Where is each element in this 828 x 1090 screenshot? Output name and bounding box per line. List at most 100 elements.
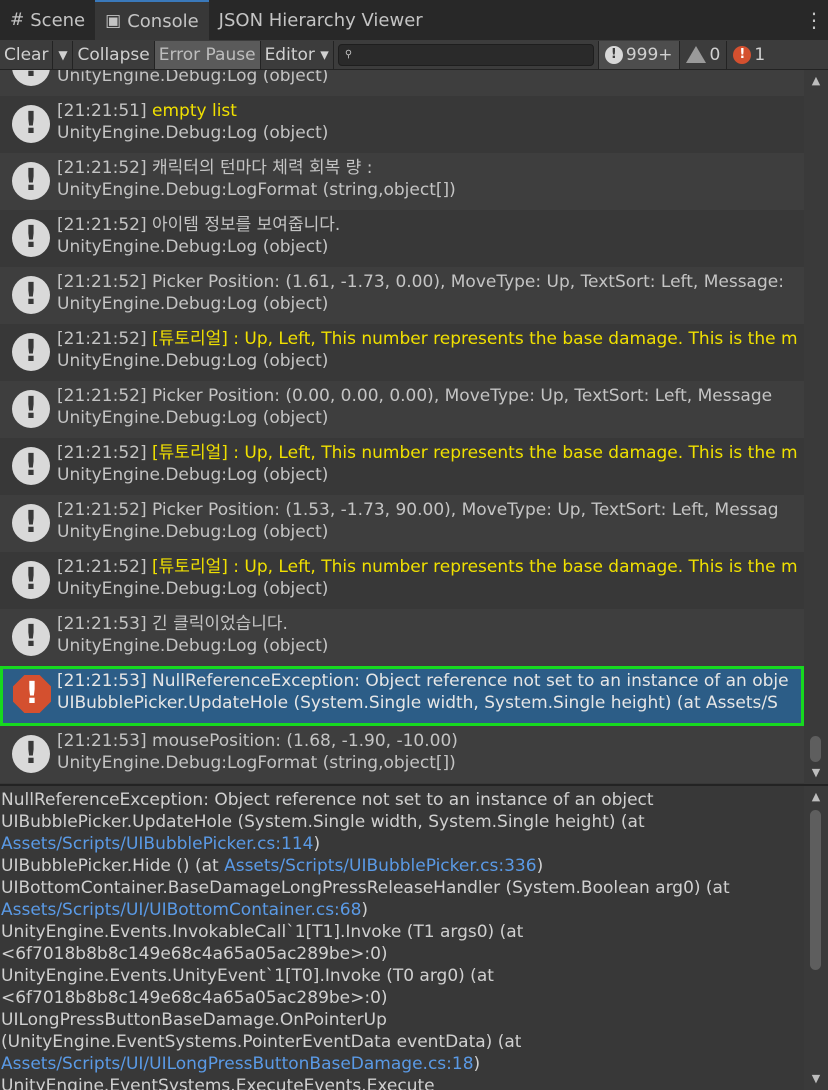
source-link[interactable]: Assets/Scripts/UI/UILongPressButtonBaseD… [1, 1054, 474, 1074]
log-row-selected-error[interactable]: ! [21:21:53] NullReferenceException: Obj… [0, 666, 804, 726]
log-row[interactable]: ! [21:21:52] 캐릭터의 턴마다 체력 회복 량 : UnityEng… [0, 153, 804, 210]
scroll-up-icon[interactable]: ▲ [804, 74, 828, 90]
log-stack-line: UnityEngine.Debug:Log (object) [57, 70, 329, 86]
log-stack-line: UnityEngine.Debug:Log (object) [57, 237, 329, 257]
detail-line: UILongPressButtonBaseDamage.OnPointerUp [1, 1010, 387, 1030]
console-icon: ▣ [105, 11, 122, 31]
tab-scene[interactable]: # Scene [0, 0, 95, 40]
error-count-toggle[interactable]: ! 1 [726, 40, 771, 69]
source-link[interactable]: Assets/Scripts/UIBubblePicker.cs:336 [224, 856, 536, 876]
detail-line: <6f7018b8b8c149e68c4a65a05ac289be>:0) [1, 988, 388, 1008]
tab-bar: # Scene ▣ Console JSON Hierarchy Viewer … [0, 0, 828, 40]
log-message: [21:21:52] 아이템 정보를 보여줍니다. [57, 215, 341, 235]
log-list: ! UnityEngine.Debug:Log (object) ! [21:2… [0, 70, 804, 784]
source-link[interactable]: Assets/Scripts/UI/UIBottomContainer.cs:6… [1, 900, 361, 920]
log-stack-line: UnityEngine.Debug:Log (object) [57, 522, 329, 542]
log-stack-line: UnityEngine.Debug:Log (object) [57, 123, 329, 143]
log-message: [21:21:53] 긴 클릭이었습니다. [57, 614, 288, 634]
error-pause-button[interactable]: Error Pause [154, 40, 261, 69]
scroll-down-icon[interactable]: ▼ [804, 766, 828, 782]
detail-line: UnityEngine.Events.InvokableCall`1[T1].I… [1, 922, 524, 942]
detail-line: Assets/Scripts/UIBubblePicker.cs:114) [1, 834, 321, 854]
info-icon: ! [12, 105, 50, 143]
log-row[interactable]: ! [21:21:52] Picker Position: (0.00, 0.0… [0, 381, 804, 438]
warning-count-toggle[interactable]: 0 [678, 40, 727, 69]
log-row[interactable]: ! UnityEngine.Debug:Log (object) [0, 70, 804, 96]
log-row[interactable]: ! [21:21:52] 아이템 정보를 보여줍니다. UnityEngine.… [0, 210, 804, 267]
clear-button[interactable]: Clear [0, 40, 54, 69]
tab-json-hierarchy-viewer[interactable]: JSON Hierarchy Viewer [209, 0, 433, 40]
log-message: [21:21:52] [튜토리얼] : Up, Left, This numbe… [57, 557, 798, 577]
detail-line: <6f7018b8b8c149e68c4a65a05ac289be>:0) [1, 944, 388, 964]
error-icon: ! [13, 675, 51, 713]
log-message: [21:21:52] [튜토리얼] : Up, Left, This numbe… [57, 329, 798, 349]
log-row[interactable]: ! [21:21:53] 긴 클릭이었습니다. UnityEngine.Debu… [0, 609, 804, 666]
scene-grid-icon: # [10, 10, 25, 30]
search-input[interactable] [356, 46, 593, 63]
detail-scrollbar[interactable]: ▲ ▼ [804, 786, 828, 1090]
log-row[interactable]: ! [21:21:51] empty list UnityEngine.Debu… [0, 96, 804, 153]
detail-line: UIBottomContainer.BaseDamageLongPressRel… [1, 878, 730, 898]
log-stack-line: UnityEngine.Debug:LogFormat (string,obje… [57, 753, 456, 773]
log-message: [21:21:53] NullReferenceException: Objec… [57, 671, 789, 691]
clear-dropdown-icon[interactable]: ▼ [53, 40, 74, 69]
scrollbar-thumb[interactable] [810, 810, 821, 970]
log-message: [21:21:52] Picker Position: (1.61, -1.73… [57, 272, 784, 292]
log-stack-line: UnityEngine.Debug:Log (object) [57, 636, 329, 656]
log-list-scrollbar[interactable]: ▲ ▼ [804, 70, 828, 784]
info-icon: ! [12, 219, 50, 257]
log-stack-line: UnityEngine.Debug:Log (object) [57, 465, 329, 485]
info-icon: ! [12, 618, 50, 656]
log-stack-line: UIBubblePicker.UpdateHole (System.Single… [57, 693, 778, 713]
log-row[interactable]: ! [21:21:53] mousePosition: (1.68, -1.90… [0, 726, 804, 783]
scroll-down-icon[interactable]: ▼ [804, 1072, 828, 1088]
log-stack-line: UnityEngine.Debug:Log (object) [57, 351, 329, 371]
console-toolbar: Clear ▼ Collapse Error Pause Editor ▾ ⚲ … [0, 40, 828, 70]
warning-count: 0 [709, 44, 721, 65]
tab-console[interactable]: ▣ Console [95, 0, 209, 40]
log-message: [21:21:52] Picker Position: (1.53, -1.73… [57, 500, 779, 520]
detail-line: NullReferenceException: Object reference… [1, 790, 654, 810]
tab-label: JSON Hierarchy Viewer [218, 9, 423, 31]
log-message: [21:21:51] empty list [57, 101, 237, 121]
search-icon: ⚲ [344, 49, 353, 60]
detail-line: (UnityEngine.EventSystems.PointerEventDa… [1, 1032, 522, 1052]
info-icon: ! [12, 390, 50, 428]
log-row[interactable]: ! [21:21:52] Picker Position: (1.53, -1.… [0, 495, 804, 552]
log-message: [21:21:53] mousePosition: (1.68, -1.90, … [57, 731, 458, 751]
log-row[interactable]: ! [21:21:52] Picker Position: (1.61, -1.… [0, 267, 804, 324]
info-icon: ! [12, 333, 50, 371]
info-icon: ! [12, 70, 50, 86]
tab-menu-icon[interactable]: ⋮ [800, 0, 828, 40]
error-icon: ! [733, 45, 752, 64]
log-row[interactable]: ! [21:21:52] [튜토리얼] : Up, Left, This num… [0, 552, 804, 609]
info-icon: ! [604, 45, 623, 64]
detail-line: Assets/Scripts/UI/UIBottomContainer.cs:6… [1, 900, 369, 920]
info-icon: ! [12, 735, 50, 773]
detail-line: UIBubblePicker.UpdateHole (System.Single… [1, 812, 645, 832]
log-message: [21:21:52] Picker Position: (0.00, 0.00,… [57, 386, 773, 406]
log-stack-line: UnityEngine.Debug:Log (object) [57, 294, 329, 314]
tab-label: Console [127, 10, 199, 32]
log-stack-line: UnityEngine.Debug:Log (object) [57, 408, 329, 428]
stack-trace-detail: NullReferenceException: Object reference… [0, 786, 804, 1090]
log-message: [21:21:52] 캐릭터의 턴마다 체력 회복 량 : [57, 158, 373, 178]
scroll-up-icon[interactable]: ▲ [804, 790, 828, 806]
info-icon: ! [12, 162, 50, 200]
source-link[interactable]: Assets/Scripts/UIBubblePicker.cs:114 [1, 834, 313, 854]
log-row[interactable]: ! [21:21:52] [튜토리얼] : Up, Left, This num… [0, 324, 804, 381]
log-message: [21:21:52] [튜토리얼] : Up, Left, This numbe… [57, 443, 798, 463]
info-icon: ! [12, 447, 50, 485]
detail-line: UIBubblePicker.Hide () (at Assets/Script… [1, 856, 544, 876]
scrollbar-thumb[interactable] [810, 736, 821, 762]
search-field[interactable]: ⚲ [337, 43, 594, 66]
log-row[interactable]: ! [21:21:52] [튜토리얼] : Up, Left, This num… [0, 438, 804, 495]
info-icon: ! [12, 504, 50, 542]
info-count-toggle[interactable]: ! 999+ [597, 40, 679, 69]
log-stack-line: UnityEngine.Debug:Log (object) [57, 579, 329, 599]
editor-dropdown[interactable]: Editor ▾ [261, 40, 334, 69]
info-count: 999+ [625, 44, 673, 65]
collapse-button[interactable]: Collapse [73, 40, 155, 69]
info-icon: ! [12, 276, 50, 314]
detail-line: Assets/Scripts/UI/UILongPressButtonBaseD… [1, 1054, 481, 1074]
